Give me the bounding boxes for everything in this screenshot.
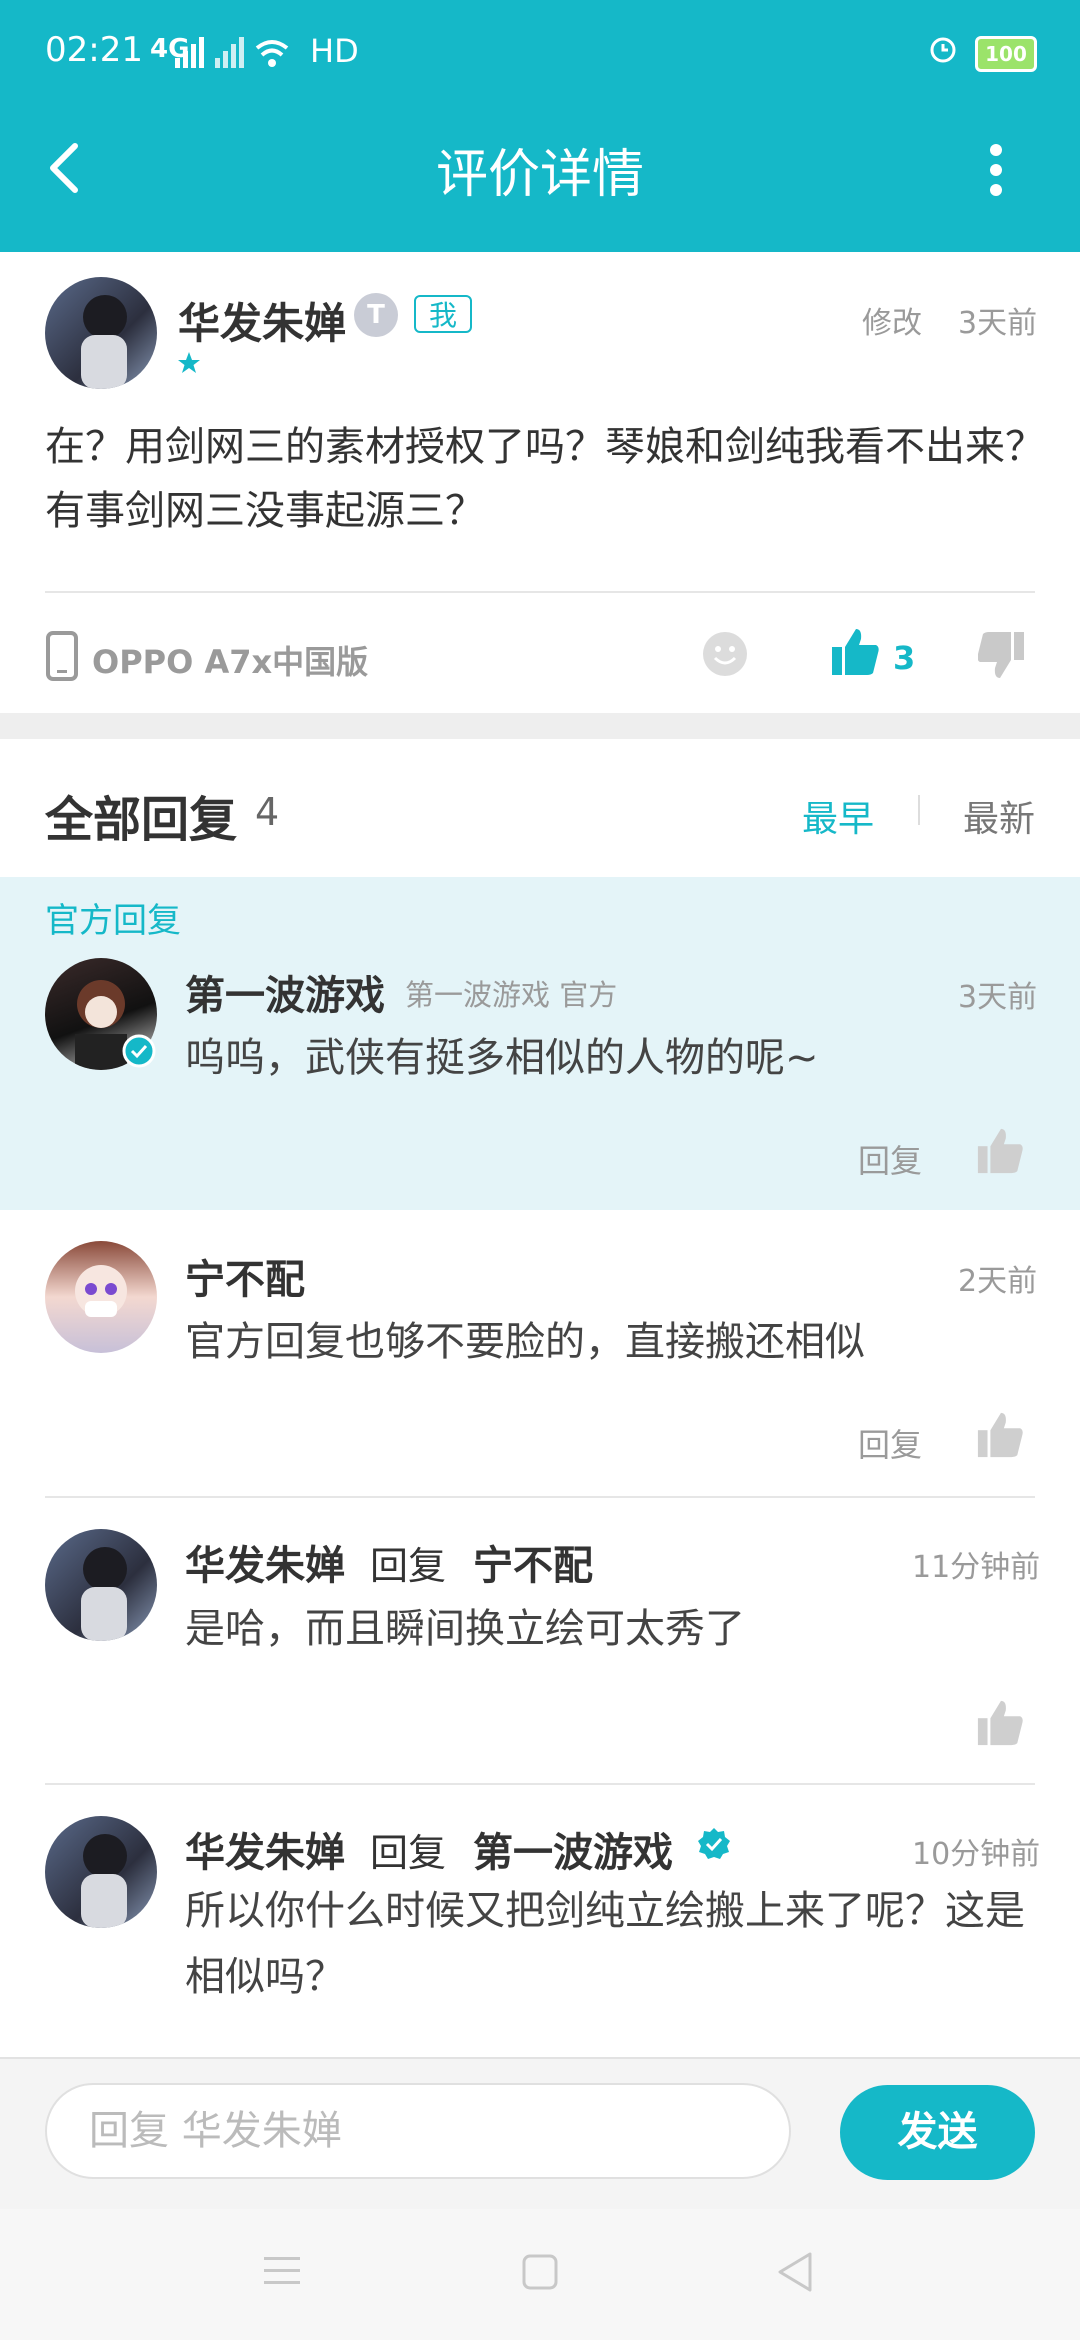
emoji-icon[interactable] [702,631,748,677]
reply-author-name[interactable]: 第一波游戏 [185,963,385,1021]
replies-count: 4 [255,790,280,834]
reply-time: 10分钟前 [912,1837,1041,1872]
reply-target-name[interactable]: 第一波游戏 [473,1820,673,1878]
reply-text: 所以你什么时候又把剑纯立绘搬上来了呢？这是相似吗？ [185,1888,1025,2000]
reply-author-name[interactable]: 华发朱婵 [185,1533,345,1591]
reply-author-name[interactable]: 宁不配 [185,1247,305,1305]
phone-icon [46,631,78,681]
level-badge: T [354,293,398,337]
reply-button[interactable]: 回复 [858,1136,922,1182]
reply-text: 是哈，而且瞬间换立绘可太秀了 [185,1606,745,1652]
thumbs-up-icon[interactable] [830,627,880,677]
official-reply-label: 官方回复 [45,901,181,941]
sort-earliest-tab[interactable]: 最早 [802,790,874,842]
reply-avatar[interactable] [45,1241,157,1353]
page-title: 评价详情 [435,145,644,205]
device-label: OPPO A7x中国版 [92,643,369,681]
more-options-icon[interactable] [986,142,1006,198]
sort-newest-tab[interactable]: 最新 [963,790,1035,842]
reply-author-name[interactable]: 华发朱婵 [185,1820,345,1878]
like-count: 3 [893,639,916,677]
signal-wifi-icon [175,37,289,68]
verified-icon [122,1034,156,1068]
thumbs-up-icon[interactable] [976,1127,1024,1175]
verified-icon [698,1828,730,1859]
review-text: 在？用剑网三的素材授权了吗？琴娘和剑纯我看不出来？有事剑网三没事起源三？ [45,424,1045,534]
divider [45,1783,1035,1785]
reply-button[interactable]: 回复 [858,1420,922,1466]
home-nav-icon[interactable] [521,2253,559,2291]
me-badge: 我 [414,295,472,333]
replies-title: 全部回复 [45,792,238,848]
rating-star-icon [178,352,200,373]
reply-avatar[interactable] [45,1816,157,1928]
hd-indicator: HD [310,32,359,70]
reply-target-name[interactable]: 宁不配 [473,1533,593,1591]
menu-nav-icon[interactable] [262,2254,302,2288]
section-gap [0,713,1080,739]
author-avatar[interactable] [45,277,157,389]
send-button[interactable]: 发送 [840,2085,1035,2180]
status-time: 02:21 [45,30,143,70]
thumbs-up-icon[interactable] [976,1699,1024,1747]
thumbs-down-icon[interactable] [978,630,1026,680]
reply-to-word: 回复 [370,1831,447,1875]
reply-time: 3天前 [958,980,1038,1015]
battery-indicator: 100 [975,36,1037,72]
review-author-name[interactable]: 华发朱婵 [178,290,346,351]
review-time: 3天前 [958,306,1038,341]
back-nav-icon[interactable] [776,2250,814,2294]
reply-text: 官方回复也够不要脸的，直接搬还相似 [185,1319,865,1365]
reply-input[interactable]: 回复 华发朱婵 [45,2083,791,2179]
thumbs-up-icon[interactable] [976,1411,1024,1459]
reply-time: 2天前 [958,1264,1038,1299]
divider [45,1496,1035,1498]
reply-time: 11分钟前 [912,1550,1041,1585]
reply-author-subtitle: 第一波游戏 官方 [405,978,618,1012]
alarm-icon [930,37,956,63]
sort-divider [918,795,920,825]
reply-text: 呜呜，武侠有挺多相似的人物的呢~ [185,1035,819,1081]
edit-link[interactable]: 修改 [862,298,922,342]
reply-to-word: 回复 [370,1544,447,1588]
divider [45,591,1035,593]
reply-avatar[interactable] [45,1529,157,1641]
